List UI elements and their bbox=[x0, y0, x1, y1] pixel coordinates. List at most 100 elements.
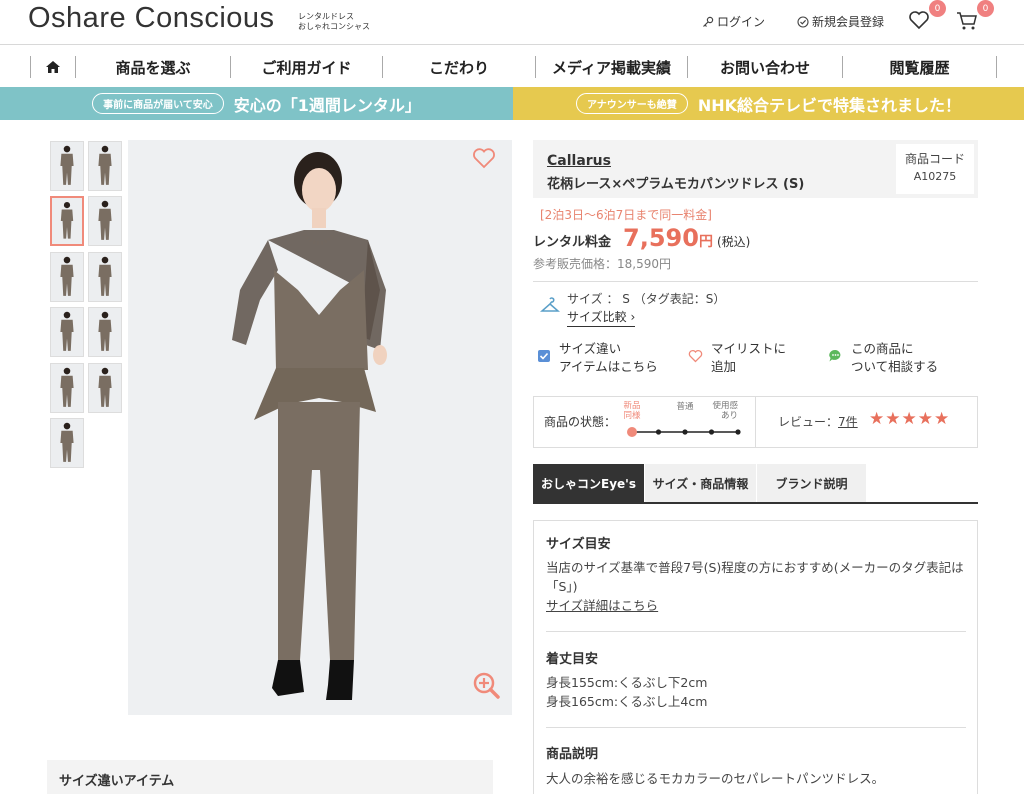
site-header: Oshare Conscious レンタルドレス おしゃれコンシャス ログイン … bbox=[0, 0, 1024, 45]
thumbnail-10[interactable] bbox=[88, 363, 122, 413]
condition-point bbox=[708, 429, 715, 435]
divider bbox=[546, 727, 966, 728]
banner-right-text: NHK総合テレビで特集されました！ bbox=[697, 95, 961, 115]
length-guide-165: 身長165cm:くるぶし上4cm bbox=[546, 694, 708, 709]
hanger-icon bbox=[540, 297, 560, 312]
review-count-link[interactable]: 7件 bbox=[838, 415, 858, 429]
condition-point bbox=[682, 429, 688, 435]
check-circle-icon bbox=[797, 15, 809, 28]
size-variant-label-2: アイテムはこちら bbox=[559, 359, 658, 374]
product-code-box: 商品コード A10275 bbox=[896, 144, 974, 194]
zoom-in-icon[interactable] bbox=[471, 670, 501, 700]
tab-oshacon-eyes[interactable]: おしゃコンEye's bbox=[533, 464, 645, 502]
logo-sub-line-2: おしゃれコンシャス bbox=[298, 22, 370, 31]
banner-left-pill: 事前に商品が届いて安心 bbox=[92, 93, 224, 114]
favorites-icon[interactable] bbox=[907, 8, 931, 32]
mylist-label-1: マイリストに bbox=[711, 341, 787, 356]
thumbnail-6[interactable] bbox=[88, 252, 122, 302]
register-link[interactable]: 新規会員登録 bbox=[797, 13, 884, 30]
review-label: レビュー： bbox=[778, 415, 839, 429]
cart-icon[interactable] bbox=[955, 8, 979, 32]
home-icon bbox=[46, 61, 60, 73]
main-nav: 商品を選ぶ ご利用ガイド こだわり メディア掲載実績 お問い合わせ 閲覧履歴 bbox=[0, 46, 1024, 87]
price-tax: (税込) bbox=[716, 235, 751, 249]
product-code-label: 商品コード bbox=[904, 152, 965, 166]
logo-sub-line-1: レンタルドレス bbox=[298, 12, 354, 21]
banner-nhk-feature[interactable]: アナウンサーも絶賛 NHK総合テレビで特集されました！ bbox=[513, 87, 1024, 120]
thumbnail-2[interactable] bbox=[88, 141, 122, 191]
size-compare-link[interactable]: サイズ比較 › bbox=[567, 308, 636, 327]
login-link[interactable]: ログイン bbox=[702, 13, 765, 30]
banner-left-text: 安心の「1週間レンタル」 bbox=[233, 95, 421, 115]
register-label: 新規会員登録 bbox=[812, 15, 885, 29]
login-label: ログイン bbox=[717, 15, 766, 29]
length-guide-155: 身長155cm:くるぶし下2cm bbox=[546, 675, 708, 690]
condition-point bbox=[627, 427, 637, 437]
rating-stars: ★★★★★ bbox=[869, 409, 951, 429]
description-text: 大人の余裕を感じるモカカラーのセパレートパンツドレス。 bbox=[546, 771, 885, 786]
reference-price: 参考販売価格：18,590円 bbox=[533, 257, 671, 271]
key-icon bbox=[703, 16, 714, 27]
thumbnail-7[interactable] bbox=[50, 307, 84, 357]
thumbnail-3[interactable] bbox=[50, 196, 84, 246]
length-guide-heading: 着丈目安 bbox=[546, 652, 599, 667]
heart-icon[interactable] bbox=[471, 146, 497, 170]
size-variant-action[interactable]: サイズ違い アイテムはこちら bbox=[538, 340, 658, 376]
add-mylist-action[interactable]: マイリストに 追加 bbox=[688, 340, 786, 376]
banner-right-pill: アナウンサーも絶賛 bbox=[576, 93, 688, 114]
nav-item-guide[interactable]: ご利用ガイド bbox=[231, 56, 383, 78]
cart-count-badge: 0 bbox=[977, 0, 994, 17]
heart-outline-icon bbox=[688, 349, 703, 363]
consult-label-1: この商品に bbox=[851, 341, 914, 356]
consult-label-2: ついて相談する bbox=[851, 359, 939, 374]
condition-level-label: 新品同様 bbox=[623, 401, 641, 421]
nav-item-commitment[interactable]: こだわり bbox=[383, 56, 536, 78]
price-unit: 円 bbox=[698, 234, 713, 250]
condition-level-label: 普通 bbox=[676, 401, 694, 412]
logo-subtitle: レンタルドレス おしゃれコンシャス bbox=[298, 12, 370, 32]
description-heading: 商品説明 bbox=[546, 747, 599, 762]
banner-one-week-rental[interactable]: 事前に商品が届いて安心 安心の「1週間レンタル」 bbox=[0, 87, 513, 120]
size-guide-text: 当店のサイズ基準で普段7号(S)程度の方におすすめ(メーカーのタグ表記は「S」) bbox=[546, 560, 964, 594]
thumbnail-11[interactable] bbox=[50, 418, 84, 468]
chat-icon bbox=[829, 349, 841, 362]
condition-point bbox=[735, 429, 741, 435]
nav-home[interactable] bbox=[30, 56, 76, 78]
mylist-label-2: 追加 bbox=[711, 359, 737, 374]
size-detail-link[interactable]: サイズ詳細はこちら bbox=[546, 596, 658, 615]
tab-size-info[interactable]: サイズ・商品情報 bbox=[645, 464, 757, 502]
brand-link[interactable]: Callarus bbox=[547, 153, 611, 169]
condition-level-label: 使用感あり bbox=[712, 401, 738, 421]
divider bbox=[533, 281, 978, 282]
thumbnail-4[interactable] bbox=[88, 196, 122, 246]
condition-point bbox=[655, 429, 662, 435]
tab-brand[interactable]: ブランド説明 bbox=[757, 464, 867, 502]
condition-review-box: 商品の状態： 新品同様 普通 使用感あり レビュー：7件 ★★★★★ bbox=[533, 396, 978, 448]
detail-panel: サイズ目安 当店のサイズ基準で普段7号(S)程度の方におすすめ(メーカーのタグ表… bbox=[533, 520, 978, 794]
rental-price: 7,590 bbox=[623, 224, 699, 252]
thumbnail-5[interactable] bbox=[50, 252, 84, 302]
consult-action[interactable]: この商品に ついて相談する bbox=[828, 340, 938, 376]
product-tabs: おしゃコンEye's サイズ・商品情報 ブランド説明 bbox=[533, 464, 978, 504]
product-name: 花柄レース×ペプラムモカパンツドレス (S) bbox=[547, 177, 805, 192]
condition-label: 商品の状態： bbox=[544, 415, 617, 429]
nav-item-products[interactable]: 商品を選ぶ bbox=[76, 56, 231, 78]
site-logo[interactable]: Oshare Conscious bbox=[28, 2, 275, 35]
condition-scale: 新品同様 普通 使用感あり bbox=[623, 401, 741, 437]
size-text: サイズ ： S （タグ表記：S） bbox=[567, 292, 726, 306]
thumbnail-8[interactable] bbox=[88, 307, 122, 357]
size-guide-heading: サイズ目安 bbox=[546, 537, 611, 552]
thumbnail-1[interactable] bbox=[50, 141, 84, 191]
review-summary: レビュー：7件 bbox=[778, 413, 858, 430]
same-price-note: [2泊3日〜6泊7日まで同一料金] bbox=[540, 208, 712, 222]
price-label: レンタル料金 bbox=[533, 235, 612, 250]
divider bbox=[546, 631, 966, 632]
main-product-image bbox=[128, 140, 512, 715]
nav-item-contact[interactable]: お問い合わせ bbox=[688, 56, 843, 78]
product-header: Callarus 花柄レース×ペプラムモカパンツドレス (S) 商品コード A1… bbox=[533, 140, 978, 198]
checkbox-icon bbox=[538, 350, 550, 362]
thumbnail-9[interactable] bbox=[50, 363, 84, 413]
nav-item-media[interactable]: メディア掲載実績 bbox=[536, 56, 688, 78]
product-code: A10275 bbox=[913, 170, 957, 183]
nav-item-history[interactable]: 閲覧履歴 bbox=[843, 56, 997, 78]
